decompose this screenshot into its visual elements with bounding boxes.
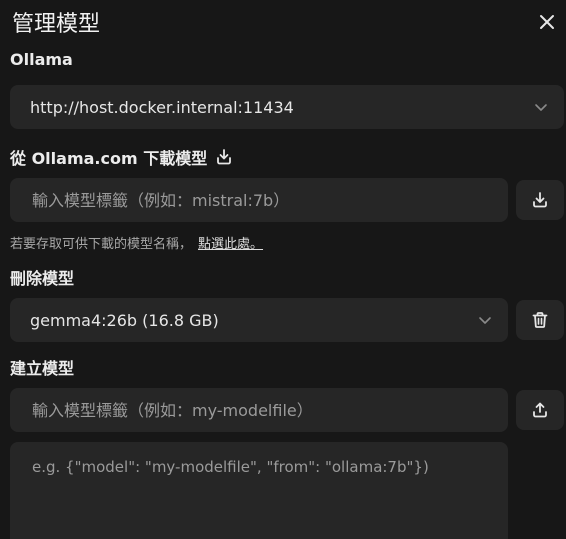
manage-models-modal: 管理模型 Ollama http://host.docker.internal:… [0, 0, 566, 539]
modelfile-content-textarea[interactable] [30, 456, 492, 539]
chevron-down-icon [479, 317, 491, 324]
delete-model-select[interactable]: gemma4:26b (16.8 GB) [10, 298, 508, 342]
trash-icon [532, 312, 548, 328]
download-model-tag-field[interactable] [10, 178, 508, 222]
download-hint-text: 若要存取可供下載的模型名稱， [10, 237, 193, 252]
download-section-label-text: 從 Ollama.com 下載模型 [10, 149, 208, 168]
ollama-url-value: http://host.docker.internal:11434 [30, 97, 294, 117]
create-model-tag-field[interactable] [10, 388, 508, 432]
download-icon [533, 192, 547, 208]
create-model-button[interactable] [516, 390, 564, 430]
upload-icon [533, 402, 547, 418]
delete-model-button[interactable] [516, 300, 564, 340]
delete-section-label: 刪除模型 [10, 269, 75, 288]
delete-model-value: gemma4:26b (16.8 GB) [30, 310, 219, 330]
download-model-button[interactable] [516, 180, 564, 220]
create-model-tag-input[interactable] [30, 399, 508, 421]
download-model-tag-input[interactable] [30, 189, 508, 211]
download-section-label: 從 Ollama.com 下載模型 [10, 145, 233, 169]
modelfile-content-field[interactable] [10, 442, 508, 539]
close-icon[interactable] [537, 12, 557, 32]
create-section-label: 建立模型 [10, 359, 75, 378]
model-list-link[interactable]: 點選此處。 [198, 237, 263, 252]
ollama-section-label: Ollama [10, 50, 73, 69]
download-hint: 若要存取可供下載的模型名稱， 點選此處。 [10, 233, 263, 252]
ollama-url-select[interactable]: http://host.docker.internal:11434 [10, 85, 564, 129]
chevron-down-icon [535, 104, 547, 111]
download-tray-icon [217, 149, 232, 165]
modal-title: 管理模型 [12, 12, 101, 37]
